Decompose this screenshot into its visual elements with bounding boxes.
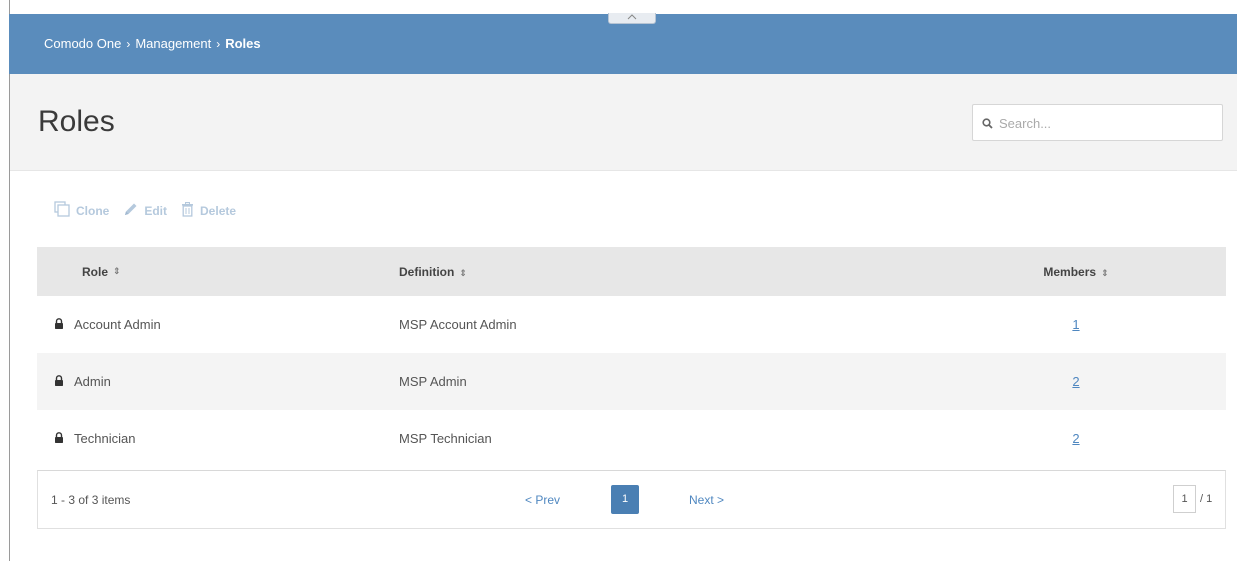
breadcrumb-item-comodo-one[interactable]: Comodo One <box>44 36 121 51</box>
column-header-role[interactable]: Role ⇕ <box>37 265 390 279</box>
delete-button[interactable]: Delete <box>181 201 237 220</box>
clone-button[interactable]: Clone <box>54 201 109 220</box>
role-name: Admin <box>74 374 111 389</box>
column-header-definition-label: Definition <box>399 264 455 279</box>
search-box[interactable] <box>972 104 1223 141</box>
clone-icon <box>54 201 70 220</box>
current-page-button[interactable]: 1 <box>611 485 639 514</box>
sort-icon: ⇕ <box>1101 267 1109 278</box>
members-count-link[interactable]: 2 <box>1072 431 1079 446</box>
search-input[interactable] <box>999 111 1214 135</box>
members-count-link[interactable]: 1 <box>1072 317 1079 332</box>
edit-label: Edit <box>144 203 168 218</box>
pagination-bar: 1 - 3 of 3 items < Prev 1 Next > 1 / 1 <box>37 470 1226 529</box>
delete-label: Delete <box>200 203 237 218</box>
sort-icon: ⇕ <box>459 267 467 278</box>
breadcrumb-current: Roles <box>225 36 261 51</box>
next-page-link[interactable]: Next > <box>689 493 724 507</box>
edit-button[interactable]: Edit <box>123 202 167 220</box>
page-header: Roles <box>10 74 1237 171</box>
trash-icon <box>181 201 194 220</box>
pagination-summary: 1 - 3 of 3 items <box>51 493 131 507</box>
breadcrumb-separator-icon: › <box>216 37 221 51</box>
action-toolbar: Clone Edit Delete <box>54 201 236 220</box>
table-row[interactable]: Account Admin MSP Account Admin 1 <box>37 296 1226 353</box>
column-header-role-label: Role <box>82 264 109 279</box>
role-name: Technician <box>74 431 136 446</box>
chevron-up-icon <box>627 12 637 22</box>
cell-role: Technician <box>37 431 390 446</box>
page-number-input[interactable]: 1 <box>1173 485 1196 513</box>
collapse-header-button[interactable] <box>608 13 656 24</box>
cell-members: 1 <box>956 317 1226 332</box>
cell-role: Admin <box>37 374 390 389</box>
cell-members: 2 <box>956 431 1226 446</box>
cell-definition: MSP Technician <box>399 431 492 446</box>
lock-icon <box>54 431 64 446</box>
members-count-link[interactable]: 2 <box>1072 374 1079 389</box>
column-header-members-label: Members <box>1043 264 1097 279</box>
cell-definition: MSP Account Admin <box>399 317 517 332</box>
lock-icon <box>54 374 64 389</box>
breadcrumb: Comodo One › Management › Roles <box>44 36 261 51</box>
clone-label: Clone <box>76 203 110 218</box>
roles-table: Role ⇕ Definition ⇕ Members ⇕ Account Admin… <box>37 247 1226 467</box>
total-pages-label: / 1 <box>1200 493 1213 505</box>
breadcrumb-item-management[interactable]: Management <box>135 36 211 51</box>
column-header-definition[interactable]: Definition ⇕ <box>390 265 956 279</box>
cell-members: 2 <box>956 374 1226 389</box>
prev-page-link[interactable]: < Prev <box>525 493 560 507</box>
column-header-members[interactable]: Members ⇕ <box>956 265 1226 279</box>
lock-icon <box>54 317 64 332</box>
cell-definition: MSP Admin <box>399 374 467 389</box>
table-row[interactable]: Admin MSP Admin 2 <box>37 353 1226 410</box>
cell-role: Account Admin <box>37 317 390 332</box>
table-header-row: Role ⇕ Definition ⇕ Members ⇕ <box>37 247 1226 296</box>
role-name: Account Admin <box>74 317 161 332</box>
search-icon <box>982 116 993 134</box>
breadcrumb-separator-icon: › <box>126 37 131 51</box>
pencil-icon <box>123 202 138 220</box>
page-title: Roles <box>38 105 115 138</box>
table-row[interactable]: Technician MSP Technician 2 <box>37 410 1226 467</box>
sort-icon: ⇕ <box>113 266 121 276</box>
